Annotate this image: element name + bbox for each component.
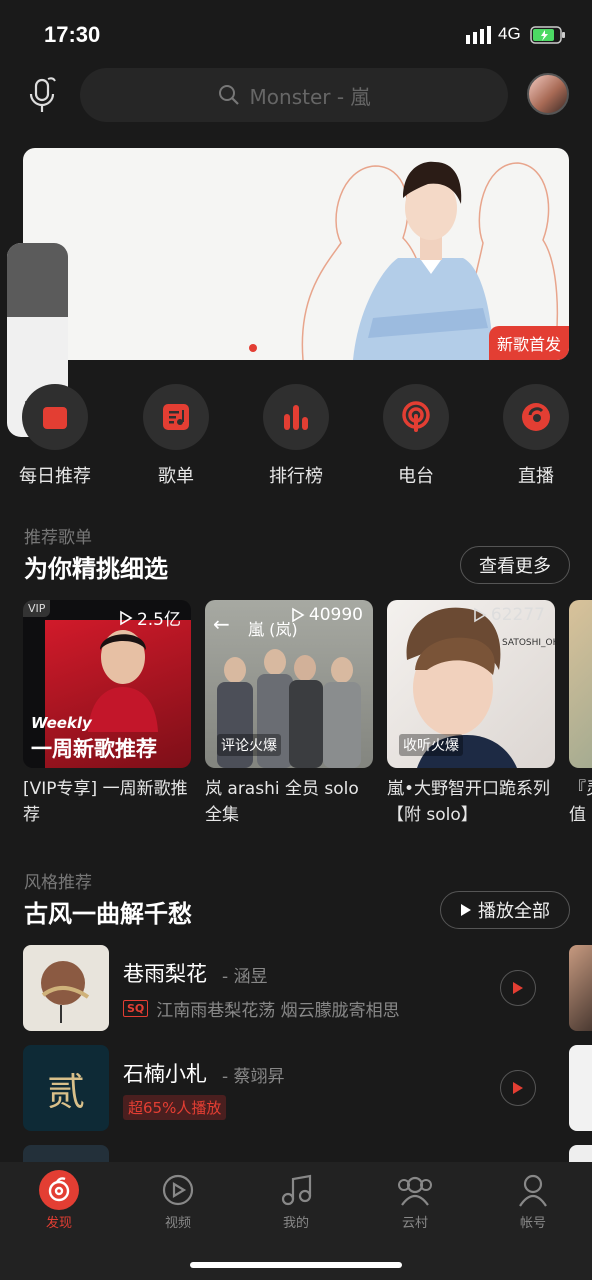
discover-icon <box>39 1170 79 1210</box>
category-radio[interactable]: 电台 <box>356 384 476 488</box>
live-icon <box>522 403 550 431</box>
tab-label: 我的 <box>282 1216 309 1231</box>
category-label: 电台 <box>398 466 434 487</box>
song-desc-row: SQ 江南雨巷梨花荡 烟云朦胧寄相思 <box>123 996 400 1021</box>
song-play-button[interactable] <box>500 970 536 1006</box>
section-title: 古风一曲解千愁 <box>24 900 192 928</box>
hot-tag: 收听火爆 <box>399 734 463 756</box>
song-cover[interactable]: 贰 <box>23 1045 109 1131</box>
playlist-card[interactable]: ← 嵐 (岚) 40990 评论火爆 岚 arashi 全员 solo 全集 <box>205 600 373 828</box>
category-live[interactable]: 直播 <box>476 384 592 488</box>
community-icon <box>398 1176 432 1206</box>
section-subtitle: 推荐歌单 <box>24 528 92 548</box>
tab-community[interactable]: 云村 <box>375 1170 455 1231</box>
tab-label: 云村 <box>401 1216 428 1231</box>
song-description: 江南雨巷梨花荡 烟云朦胧寄相思 <box>156 1001 400 1021</box>
song-cover[interactable] <box>23 945 109 1031</box>
cover-text: 一周新歌推荐 <box>31 737 157 761</box>
tab-label: 视频 <box>164 1216 191 1231</box>
play-count-icon <box>474 607 487 623</box>
song-artist: - 蔡翊昇 <box>222 1067 285 1087</box>
signal-icon <box>466 26 491 44</box>
category-daily-recommend[interactable]: 每日推荐 <box>0 384 115 488</box>
view-more-button[interactable]: 查看更多 <box>460 546 570 584</box>
play-count-icon <box>292 607 305 623</box>
song-play-button[interactable] <box>500 1070 536 1106</box>
category-chart[interactable]: 排行榜 <box>236 384 356 488</box>
cover-small-text: SATOSHI_OHNO <box>502 638 555 648</box>
chart-icon <box>284 405 308 430</box>
play-count: 40990 <box>308 605 363 625</box>
play-icon <box>513 1082 523 1094</box>
home-indicator[interactable] <box>190 1262 402 1268</box>
playlist-icon <box>163 404 189 430</box>
cover-text-small: Weekly <box>31 714 92 732</box>
song-cover-partial[interactable] <box>569 1045 592 1131</box>
music-note-icon <box>281 1174 312 1206</box>
play-count: 2.5亿 <box>136 610 181 630</box>
playlist-title: [VIP专享] 一周新歌推荐 <box>23 779 188 825</box>
banner-page-indicator <box>249 344 257 352</box>
user-avatar[interactable] <box>527 73 569 115</box>
hot-tag: 评论火爆 <box>217 734 281 756</box>
playlist-title: 『灵值得 <box>569 779 592 825</box>
section-title: 为你精挑细选 <box>24 555 168 583</box>
search-icon <box>218 85 239 105</box>
song-cover-partial[interactable] <box>569 945 592 1031</box>
voice-search-icon[interactable] <box>28 76 58 114</box>
radio-icon <box>402 401 430 432</box>
play-count-icon <box>120 610 133 625</box>
category-label: 每日推荐 <box>19 466 91 487</box>
network-type: 4G <box>498 24 521 43</box>
tab-discover[interactable]: 发现 <box>19 1170 99 1231</box>
status-time: 17:30 <box>44 22 101 47</box>
tab-mine[interactable]: 我的 <box>256 1170 336 1231</box>
category-label: 排行榜 <box>269 466 323 487</box>
play-icon <box>513 982 523 994</box>
search-placeholder: Monster - 嵐 <box>249 84 371 109</box>
song-title: 石楠小札 <box>123 1062 207 1086</box>
sq-badge: SQ <box>123 1000 149 1017</box>
category-playlist[interactable]: 歌单 <box>116 384 236 488</box>
playlist-title: 岚 arashi 全员 solo 全集 <box>205 779 359 825</box>
promo-banner[interactable]: 新歌首发 <box>23 148 569 360</box>
category-label: 直播 <box>518 466 554 487</box>
play-all-button[interactable]: 播放全部 <box>440 891 570 929</box>
song-cover-partial[interactable] <box>569 1145 592 1162</box>
play-all-label: 播放全部 <box>478 901 550 922</box>
category-label: 歌单 <box>158 466 194 487</box>
song-artist: - 涵昱 <box>222 967 268 987</box>
song-cover-partial[interactable] <box>23 1145 109 1162</box>
playlist-card-partial[interactable]: 『灵值得 <box>569 600 592 830</box>
song-title: 巷雨梨花 <box>123 962 207 986</box>
playlist-title: 嵐•大野智开口跪系列【附 solo】 <box>387 779 551 825</box>
tab-account[interactable]: 帐号 <box>493 1170 573 1231</box>
tab-video[interactable]: 视频 <box>138 1170 218 1231</box>
vip-badge: VIP <box>23 600 51 617</box>
calendar-icon <box>43 407 67 429</box>
playlist-card[interactable]: SATOSHI_OHNO 62277 收听火爆 嵐•大野智开口跪系列【附 sol… <box>387 600 555 828</box>
song-cover-text: 贰 <box>46 1069 85 1114</box>
playlist-card[interactable]: VIP 2.5亿 Weekly 一周新歌推荐 [VIP专享] 一周新歌推荐 <box>23 600 191 828</box>
play-count: 62277 <box>490 605 545 625</box>
play-icon <box>461 904 471 916</box>
banner-tag: 新歌首发 <box>488 326 569 360</box>
search-input[interactable]: Monster - 嵐 <box>80 68 508 122</box>
section-subtitle: 风格推荐 <box>24 873 92 893</box>
song-cover-artwork <box>41 961 90 1023</box>
battery-icon <box>530 26 565 44</box>
account-icon <box>519 1174 547 1207</box>
tab-label: 帐号 <box>519 1216 546 1231</box>
tab-label: 发现 <box>45 1216 72 1231</box>
play-percent-badge: 超65%人播放 <box>123 1095 227 1120</box>
video-icon <box>162 1174 194 1206</box>
banner-artwork <box>301 161 559 360</box>
